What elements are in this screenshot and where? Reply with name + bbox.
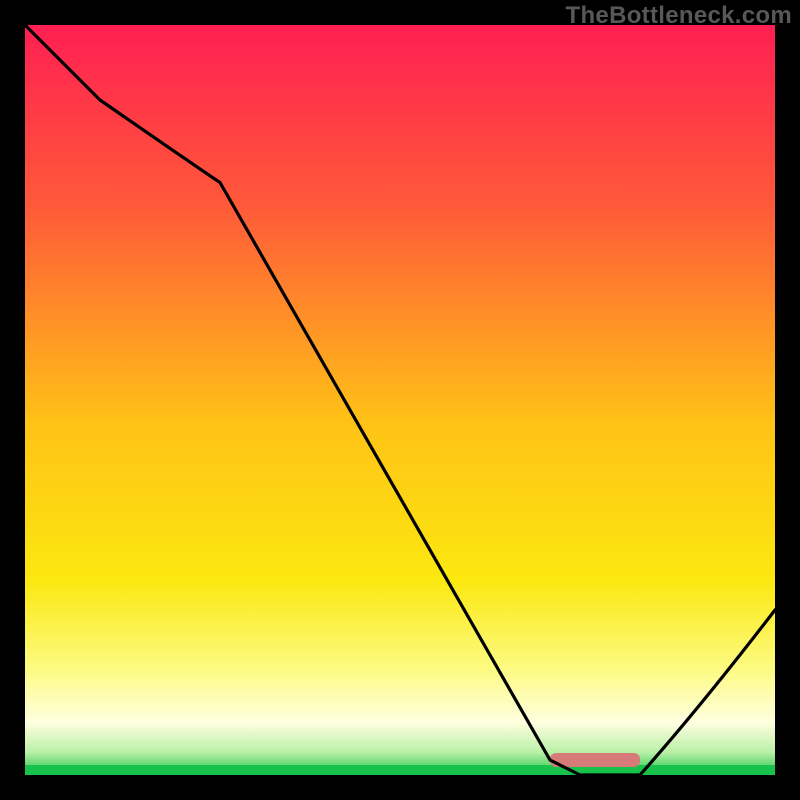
bottleneck-chart [0, 0, 800, 800]
optimal-marker [550, 753, 640, 767]
plot-background [25, 25, 775, 775]
watermark-text: TheBottleneck.com [566, 2, 792, 30]
green-strip [25, 765, 775, 775]
chart-container: TheBottleneck.com [0, 0, 800, 800]
